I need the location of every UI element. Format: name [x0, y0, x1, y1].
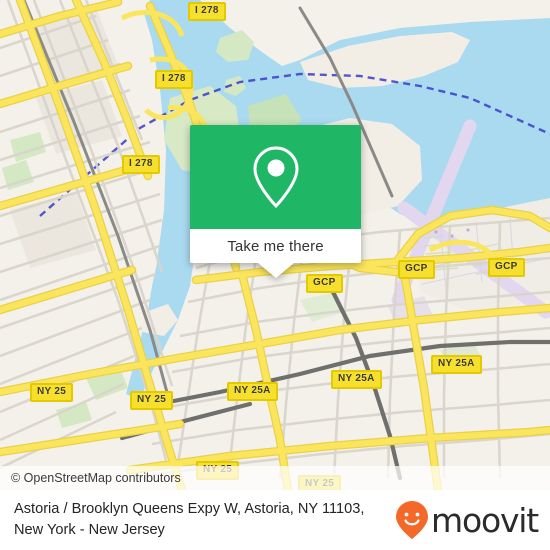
- screenshot-root: I 278 I 278 I 278 GCP GCP GCP NY 25A NY 25A NY 2…: [0, 0, 550, 550]
- moovit-wordmark: moovit: [431, 500, 539, 540]
- map-pin-icon: [252, 146, 299, 209]
- highway-shield: I 278: [188, 2, 226, 21]
- moovit-brand[interactable]: moovit: [395, 500, 539, 540]
- footer-inner: Astoria / Brooklyn Queens Expy W, Astori…: [0, 490, 550, 550]
- highway-shield: NY 25A: [227, 382, 278, 401]
- highway-shield: I 278: [155, 70, 193, 89]
- attribution-text: © OpenStreetMap contributors: [11, 471, 181, 485]
- footer-bar: Astoria / Brooklyn Queens Expy W, Astori…: [0, 490, 550, 550]
- place-name-label: Astoria / Brooklyn Queens Expy W, Astori…: [14, 501, 365, 538]
- highway-shield: GCP: [398, 260, 435, 279]
- highway-shield: NY 25: [30, 383, 74, 402]
- popup-body: Take me there: [190, 125, 361, 263]
- map-canvas[interactable]: I 278 I 278 I 278 GCP GCP GCP NY 25A NY 25A NY 2…: [0, 0, 550, 490]
- map-attribution: © OpenStreetMap contributors: [0, 466, 550, 490]
- highway-shield: NY 25A: [431, 355, 482, 374]
- highway-shield: GCP: [488, 258, 525, 277]
- highway-shield: GCP: [306, 274, 343, 293]
- location-popup-card[interactable]: Take me there: [190, 125, 361, 278]
- moovit-smiley-pin-icon: [396, 501, 429, 539]
- popup-pointer-tail: [258, 263, 294, 278]
- take-me-there-button[interactable]: Take me there: [190, 229, 361, 263]
- highway-shield: I 278: [122, 155, 160, 174]
- popup-image-area: [190, 125, 361, 229]
- highway-shield: NY 25: [130, 391, 174, 410]
- highway-shield: NY 25A: [331, 370, 382, 389]
